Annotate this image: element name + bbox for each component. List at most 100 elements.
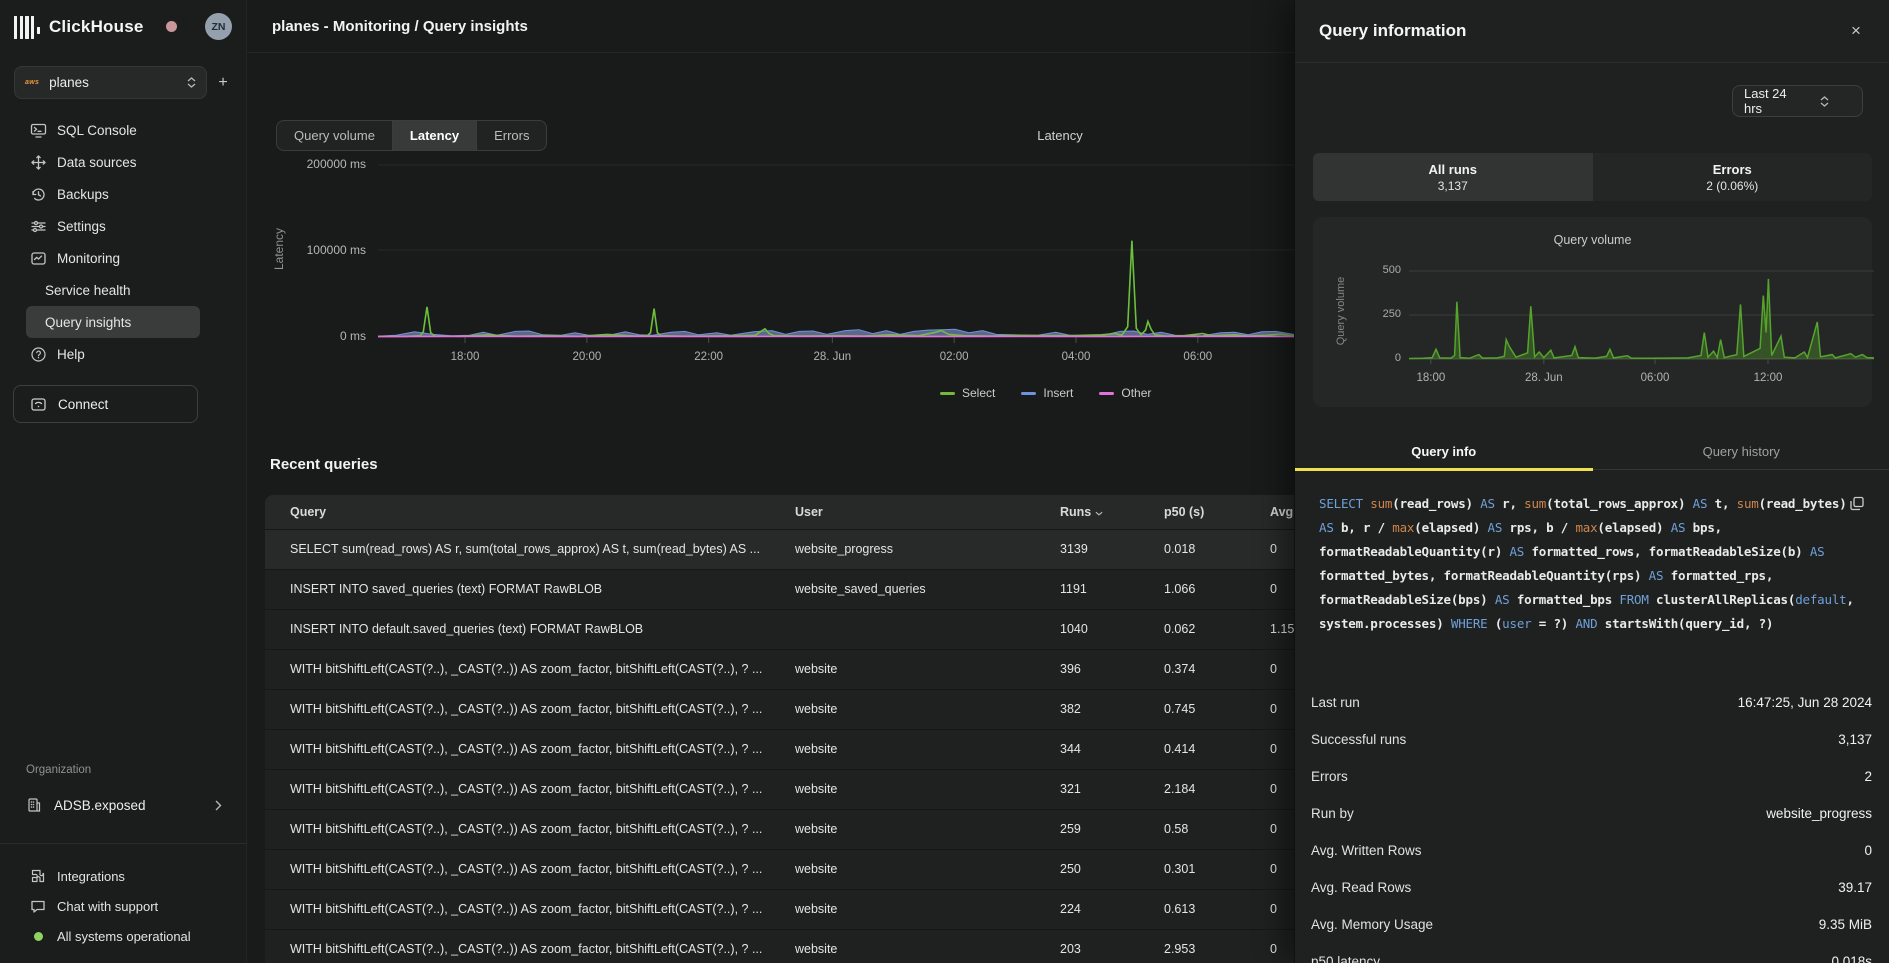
stat-row: p50 latency0.018s — [1311, 954, 1873, 963]
x-tick-label: 04:00 — [1041, 351, 1111, 363]
table-cell: 0 — [1270, 730, 1277, 769]
footer-item-label: Chat with support — [57, 899, 158, 914]
chat-icon — [30, 898, 46, 914]
latency-chart-title: Latency — [980, 128, 1140, 143]
tab-query-volume[interactable]: Query volume — [277, 121, 392, 150]
code-line: system.processes) WHERE (user = ?) AND s… — [1319, 612, 1875, 636]
query-volume-chart — [1409, 260, 1874, 370]
organization-item[interactable]: ADSB.exposed — [13, 789, 234, 821]
legend-item-select[interactable]: Select — [940, 386, 995, 400]
connect-button[interactable]: Connect — [13, 385, 198, 423]
column-header-avg-[interactable]: Avg. — [1270, 495, 1297, 529]
code-line: formatReadableSize(bps) AS formatted_bps… — [1319, 588, 1875, 612]
query-volume-y-axis-label: Query volume — [1335, 256, 1347, 366]
time-range-value: Last 24 hrs — [1744, 86, 1798, 116]
sidebar-item-backups[interactable]: Backups — [0, 178, 247, 210]
table-row[interactable]: WITH bitShiftLeft(CAST(?..), _CAST(?..))… — [265, 809, 1345, 849]
table-row[interactable]: WITH bitShiftLeft(CAST(?..), _CAST(?..))… — [265, 769, 1345, 809]
help-icon — [30, 346, 47, 363]
table-cell: website — [795, 690, 837, 729]
sidebar-item-help[interactable]: Help — [0, 338, 247, 370]
table-row[interactable]: SELECT sum(read_rows) AS r, sum(total_ro… — [265, 529, 1345, 569]
table-cell: 0.018 — [1164, 530, 1195, 569]
sidebar-item-data-sources[interactable]: Data sources — [0, 146, 247, 178]
column-header-p50-s-[interactable]: p50 (s) — [1164, 495, 1204, 529]
service-selector[interactable]: aws planes — [14, 66, 207, 99]
sidebar-item-service-health[interactable]: Service health — [0, 274, 247, 306]
sidebar-item-monitoring[interactable]: Monitoring — [0, 242, 247, 274]
table-cell: 0 — [1270, 810, 1277, 849]
tab-errors[interactable]: Errors — [476, 121, 546, 150]
table-cell: 3139 — [1060, 530, 1088, 569]
table-cell: 2.953 — [1164, 930, 1195, 963]
clickhouse-logo-icon — [14, 15, 40, 39]
table-row[interactable]: WITH bitShiftLeft(CAST(?..), _CAST(?..))… — [265, 929, 1345, 963]
y-tick-label: 100000 ms — [282, 243, 366, 257]
close-icon[interactable]: × — [1845, 20, 1867, 42]
tab-all-runs[interactable]: All runs3,137 — [1313, 153, 1593, 201]
panel-title: Query information — [1319, 0, 1466, 62]
stat-row: Avg. Read Rows39.17 — [1311, 880, 1873, 900]
table-cell: 1.066 — [1164, 570, 1195, 609]
stat-row: Errors2 — [1311, 769, 1873, 789]
copy-icon[interactable] — [1849, 496, 1867, 514]
table-cell: website — [795, 730, 837, 769]
stat-value: 16:47:25, Jun 28 2024 — [1738, 695, 1872, 710]
table-cell: INSERT INTO default.saved_queries (text)… — [290, 610, 643, 649]
x-tick-label: 28. Jun — [797, 351, 867, 363]
stat-value: 0.018s — [1831, 954, 1872, 963]
table-cell: 382 — [1060, 690, 1081, 729]
stat-label: Avg. Written Rows — [1311, 843, 1422, 858]
table-row[interactable]: WITH bitShiftLeft(CAST(?..), _CAST(?..))… — [265, 729, 1345, 769]
sidebar-item-query-insights[interactable]: Query insights — [26, 306, 200, 338]
footer-item-all-systems-operational[interactable]: All systems operational — [0, 921, 247, 951]
x-tick-label: 12:00 — [1733, 372, 1803, 384]
stat-row: Avg. Written Rows0 — [1311, 843, 1873, 863]
tab-query-history[interactable]: Query history — [1593, 435, 1889, 469]
code-line: SELECT sum(read_rows) AS r, sum(total_ro… — [1319, 492, 1875, 516]
tab-query-info[interactable]: Query info — [1295, 435, 1593, 469]
table-row[interactable]: INSERT INTO saved_queries (text) FORMAT … — [265, 569, 1345, 609]
tab-latency[interactable]: Latency — [392, 121, 476, 150]
stat-value: 9.35 MiB — [1819, 917, 1872, 932]
notification-dot[interactable] — [166, 21, 177, 32]
table-cell: 203 — [1060, 930, 1081, 963]
table-cell: WITH bitShiftLeft(CAST(?..), _CAST(?..))… — [290, 930, 762, 963]
chart-legend: Select Insert Other — [940, 386, 1151, 400]
legend-item-other[interactable]: Other — [1099, 386, 1151, 400]
legend-item-insert[interactable]: Insert — [1021, 386, 1073, 400]
column-header-query[interactable]: Query — [290, 495, 326, 529]
sidebar-item-label: Backups — [57, 187, 109, 202]
table-row[interactable]: INSERT INTO default.saved_queries (text)… — [265, 609, 1345, 649]
footer-item-chat-with-support[interactable]: Chat with support — [0, 891, 247, 921]
code-line: formatted_bytes, formatReadableQuantity(… — [1319, 564, 1875, 588]
sidebar-item-settings[interactable]: Settings — [0, 210, 247, 242]
sidebar-item-label: Query insights — [45, 315, 131, 330]
table-cell: INSERT INTO saved_queries (text) FORMAT … — [290, 570, 602, 609]
column-header-user[interactable]: User — [795, 495, 823, 529]
table-row[interactable]: WITH bitShiftLeft(CAST(?..), _CAST(?..))… — [265, 849, 1345, 889]
table-body: SELECT sum(read_rows) AS r, sum(total_ro… — [265, 529, 1345, 963]
table-cell: WITH bitShiftLeft(CAST(?..), _CAST(?..))… — [290, 650, 762, 689]
table-cell: website — [795, 810, 837, 849]
time-range-select[interactable]: Last 24 hrs — [1732, 85, 1863, 117]
add-service-button[interactable]: + — [212, 72, 234, 94]
table-cell: 0 — [1270, 570, 1277, 609]
query-info-tabs: Query infoQuery history — [1295, 435, 1889, 470]
table-cell: 0 — [1270, 850, 1277, 889]
legend-swatch — [1099, 392, 1114, 395]
avatar[interactable]: ZN — [205, 13, 232, 40]
tab-errors[interactable]: Errors2 (0.06%) — [1593, 153, 1873, 201]
sidebar-item-sql-console[interactable]: SQL Console — [0, 114, 247, 146]
chevron-updown-icon — [187, 77, 196, 88]
x-tick-label: 20:00 — [552, 351, 622, 363]
column-header-runs[interactable]: Runs — [1060, 495, 1103, 529]
table-row[interactable]: WITH bitShiftLeft(CAST(?..), _CAST(?..))… — [265, 649, 1345, 689]
table-row[interactable]: WITH bitShiftLeft(CAST(?..), _CAST(?..))… — [265, 689, 1345, 729]
query-volume-card: Query volume Query volume 5002500 18:002… — [1313, 217, 1872, 407]
table-row[interactable]: WITH bitShiftLeft(CAST(?..), _CAST(?..))… — [265, 889, 1345, 929]
chart-view-tabs: Query volumeLatencyErrors — [276, 120, 547, 151]
footer-item-integrations[interactable]: Integrations — [0, 861, 247, 891]
panel-divider — [1295, 62, 1889, 63]
footer-item-label: All systems operational — [57, 929, 191, 944]
